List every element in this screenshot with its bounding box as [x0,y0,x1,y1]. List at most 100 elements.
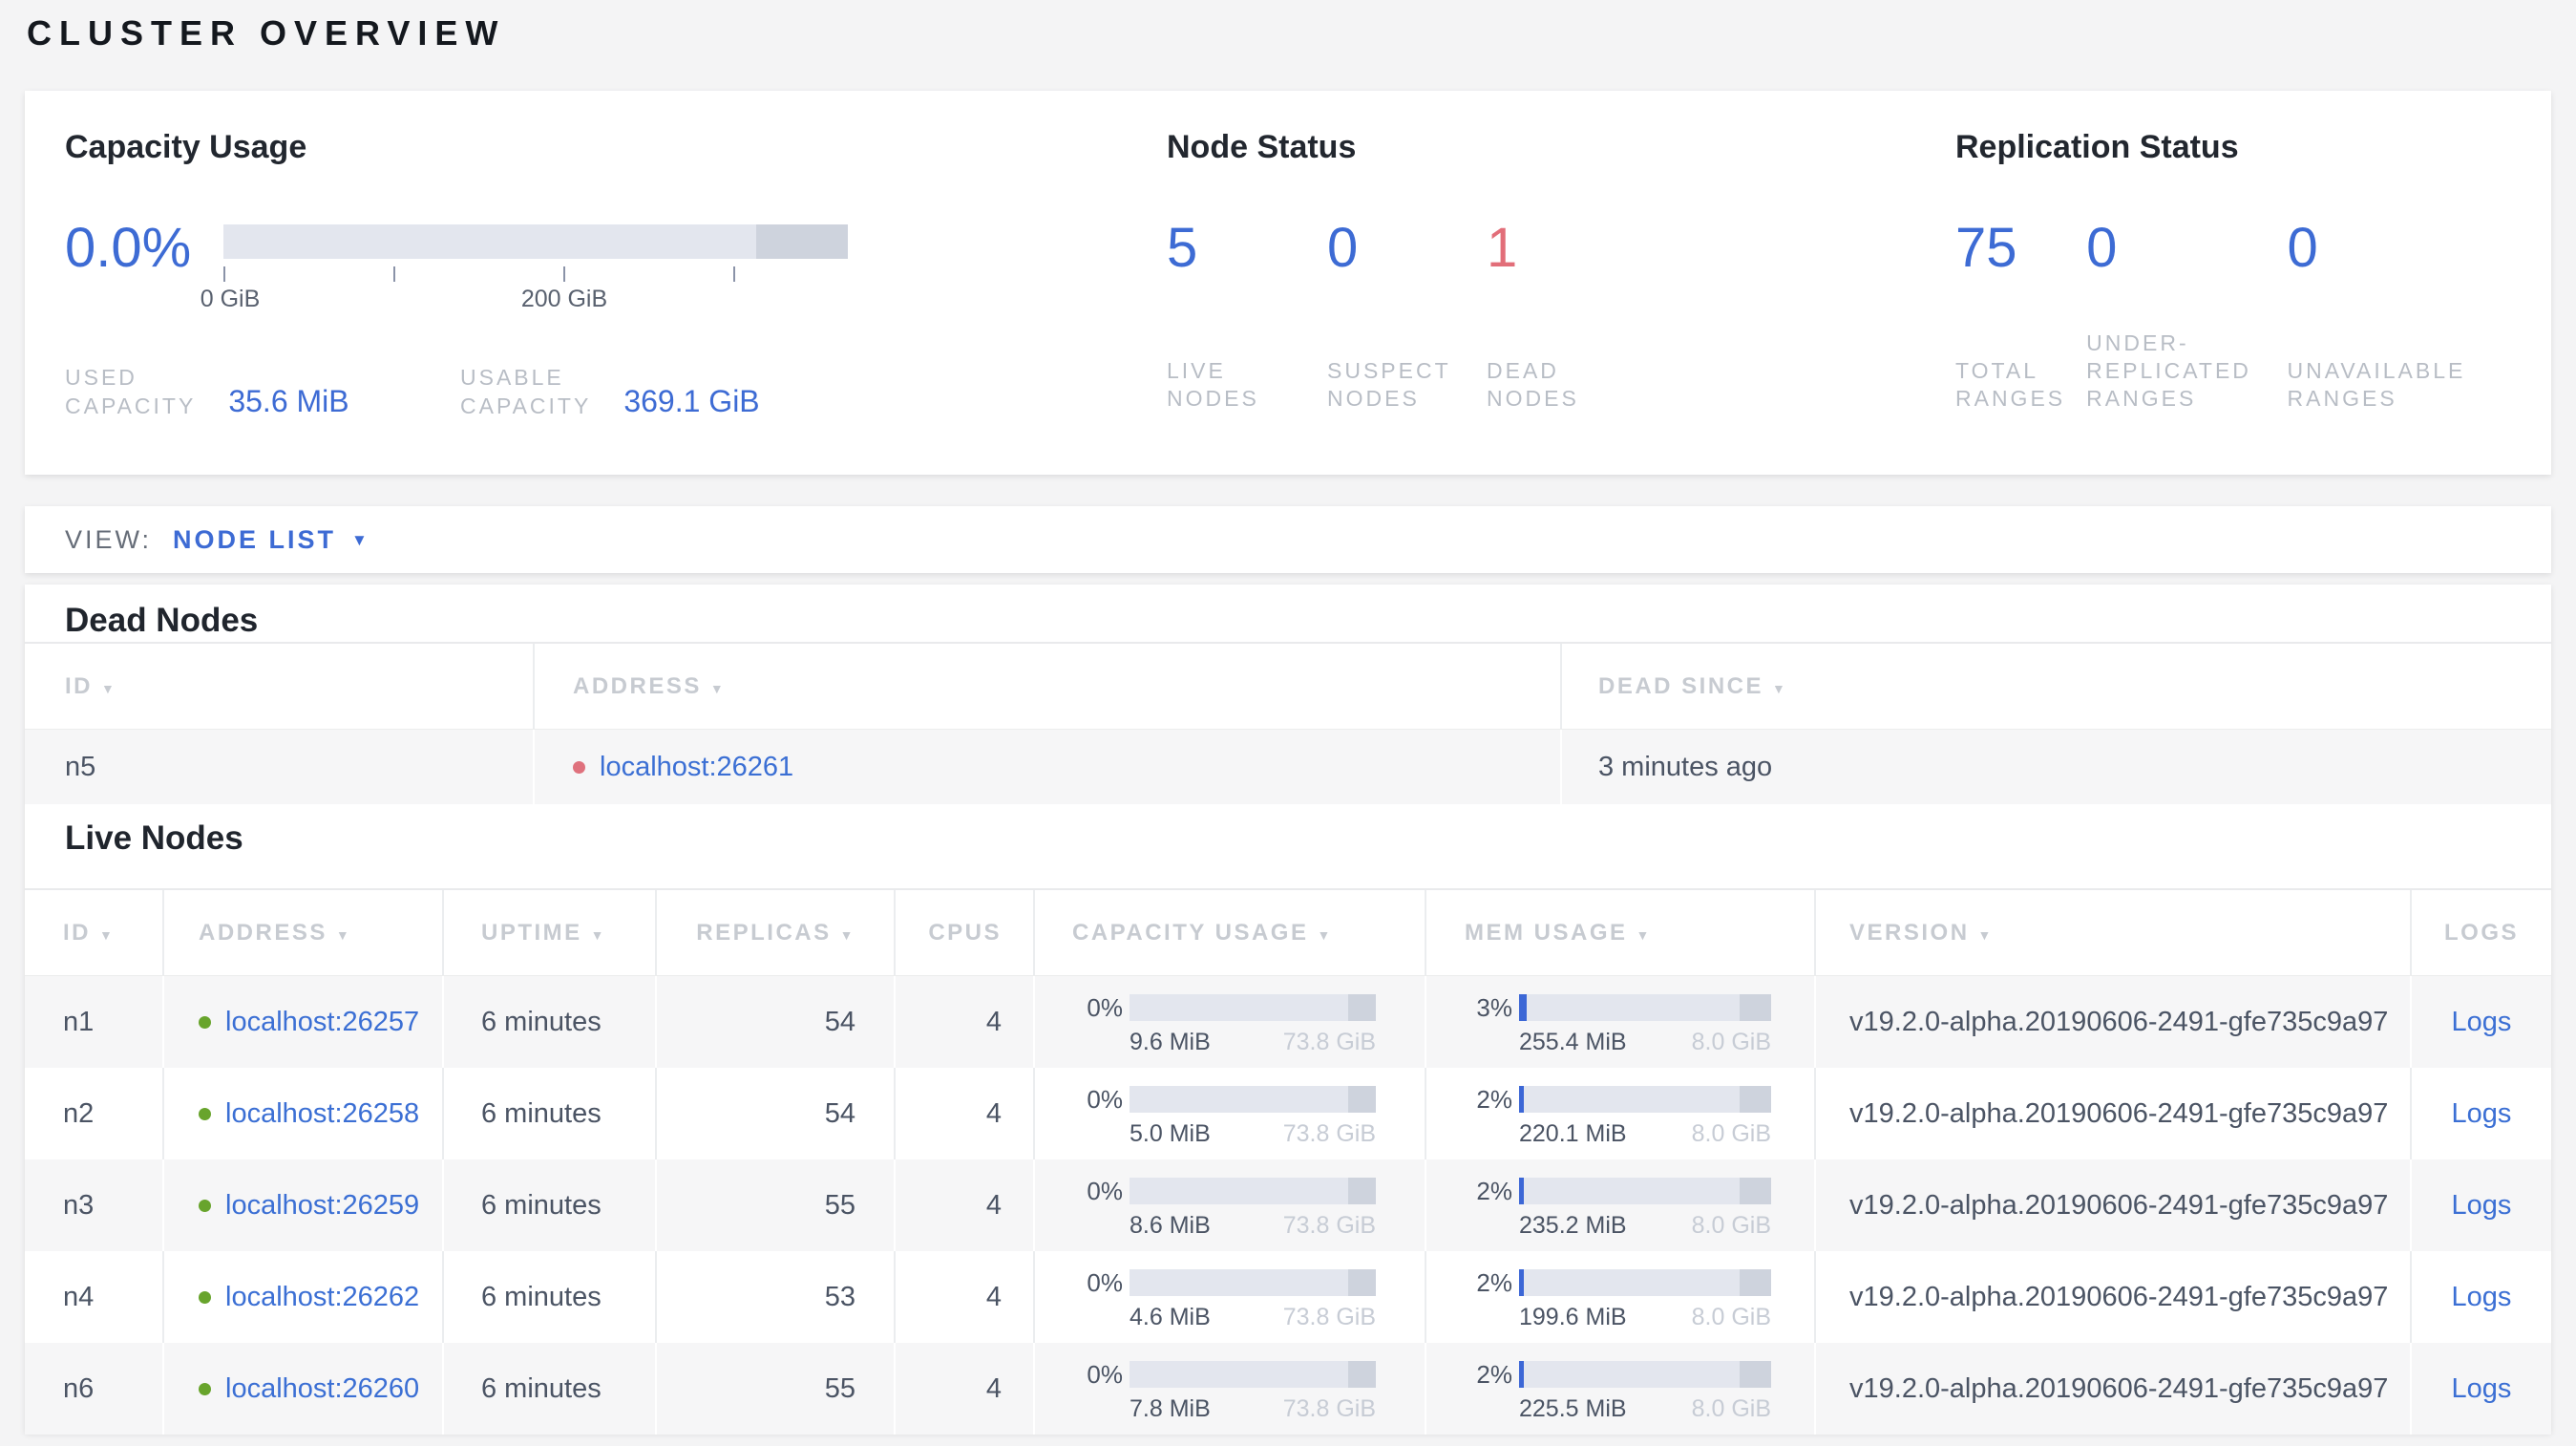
cpus-cell: 4 [896,1068,1035,1159]
usable-capacity-label: USABLE CAPACITY [460,365,592,418]
live-nodes-stat: 5 LIVE NODES [1167,219,1327,413]
logs-cell: Logs [2412,976,2551,1068]
usable-capacity-value: 369.1 GiB [623,384,760,418]
capacity-total-value: 73.8 GiB [1282,1029,1376,1055]
capacity-total-value: 73.8 GiB [1282,1120,1376,1147]
node-address-link[interactable]: localhost:26260 [225,1373,419,1404]
capacity-usage-cell: 0% 9.6 MiB 73.8 GiB [1035,976,1426,1068]
node-address-cell: localhost:26259 [164,1159,444,1251]
node-address-link[interactable]: localhost:26258 [225,1098,419,1129]
node-address-link[interactable]: localhost:26262 [225,1282,419,1312]
capacity-used-value: 8.6 MiB [1130,1212,1211,1239]
axis-tick [733,266,735,282]
column-header-dead-since[interactable]: DEAD SINCE ▼ [1562,644,2551,729]
capacity-total-value: 73.8 GiB [1282,1304,1376,1330]
capacity-usage-cell: 0% 5.0 MiB 73.8 GiB [1035,1068,1426,1159]
mem-bar-used-segment [1519,1178,1525,1204]
column-header-capacity-usage[interactable]: CAPACITY USAGE ▼ [1035,890,1426,975]
dead-nodes-table: ID ▼ ADDRESS ▼ DEAD SINCE ▼ n5 localhost:26… [25,642,2551,804]
mem-usage-cell: 2% 235.2 MiB 8.0 GiB [1426,1159,1816,1251]
axis-tick [223,266,225,282]
view-dropdown[interactable]: NODE LIST [173,525,336,554]
chevron-down-icon[interactable]: ▼ [351,531,370,549]
node-address-cell: localhost:26260 [164,1343,444,1435]
logs-link[interactable]: Logs [2452,1282,2512,1312]
column-header-version[interactable]: VERSION ▼ [1816,890,2412,975]
mem-used-value: 220.1 MiB [1519,1120,1627,1147]
view-selector-bar: VIEW: NODE LIST ▼ [25,506,2551,573]
cpus-cell: 4 [896,1159,1035,1251]
version-cell: v19.2.0-alpha.20190606-2491-gfe735c9a97 [1816,1159,2412,1251]
logs-link[interactable]: Logs [2452,1373,2512,1404]
mem-used-value: 199.6 MiB [1519,1304,1627,1330]
axis-tick-label: 200 GiB [520,286,608,312]
capacity-total-value: 73.8 GiB [1282,1395,1376,1422]
unavailable-ranges-stat: 0 UNAVAILABLE RANGES [2288,219,2528,413]
mem-usage-cell: 2% 225.5 MiB 8.0 GiB [1426,1343,1816,1435]
total-ranges-stat: 75 TOTAL RANGES [1955,219,2086,413]
live-nodes-header-row: ID ▼ ADDRESS ▼ UPTIME ▼ REPLICAS ▼ CPUS CAPA… [25,890,2551,976]
mem-bar-track [1519,994,1771,1021]
mem-usage-cell: 2% 199.6 MiB 8.0 GiB [1426,1251,1816,1343]
cpus-cell: 4 [896,1251,1035,1343]
node-id-cell: n1 [25,976,164,1068]
mem-bar-dark-segment [1740,1269,1771,1296]
logs-link[interactable]: Logs [2452,1190,2512,1221]
mem-total-value: 8.0 GiB [1691,1304,1771,1330]
axis-tick [563,266,565,282]
capacity-bar-track [1130,1178,1376,1204]
suspect-nodes-label: SUSPECT NODES [1327,358,1451,411]
mem-bar-dark-segment [1740,1086,1771,1113]
usable-capacity-stat: USABLE CAPACITY 369.1 GiB [460,363,760,420]
dead-nodes-heading: Dead Nodes [65,602,259,639]
column-header-mem-usage[interactable]: MEM USAGE ▼ [1426,890,1816,975]
node-address-link[interactable]: localhost:26257 [225,1007,419,1037]
mem-percent-label: 2% [1476,1268,1512,1297]
column-header-uptime[interactable]: UPTIME ▼ [444,890,657,975]
capacity-bar-dark-segment [1348,1269,1376,1296]
logs-cell: Logs [2412,1251,2551,1343]
capacity-percent-label: 0% [1087,1360,1123,1389]
cluster-overview-page: CLUSTER OVERVIEW Capacity Usage 0.0% 0 G… [0,0,2576,1446]
uptime-cell: 6 minutes [444,1251,657,1343]
sort-arrow-icon: ▼ [709,681,727,696]
dead-nodes-count: 1 [1487,217,1518,279]
column-header-address[interactable]: ADDRESS ▼ [164,890,444,975]
node-address-link[interactable]: localhost:26259 [225,1190,419,1221]
sort-arrow-icon: ▼ [1636,927,1652,943]
mem-bar-dark-segment [1740,994,1771,1021]
axis-tick-label: 0 GiB [200,286,261,312]
logs-link[interactable]: Logs [2452,1007,2512,1037]
logs-cell: Logs [2412,1343,2551,1435]
mem-percent-label: 2% [1476,1360,1512,1389]
capacity-percent-label: 0% [1087,1177,1123,1205]
node-address-cell: localhost:26262 [164,1251,444,1343]
column-header-id[interactable]: ID ▼ [25,644,535,729]
suspect-nodes-stat: 0 SUSPECT NODES [1327,219,1487,413]
view-label: VIEW: [65,525,153,554]
logs-cell: Logs [2412,1068,2551,1159]
node-status-title: Node Status [1167,129,1357,165]
mem-percent-label: 2% [1476,1177,1512,1205]
capacity-bar-dark-segment [1348,1086,1376,1113]
capacity-usage-gauge: 0.0% 0 GiB 200 GiB [65,219,1096,324]
nodes-card: Dead Nodes ID ▼ ADDRESS ▼ DEAD SINCE ▼ n5 l… [25,585,2551,1435]
column-header-id[interactable]: ID ▼ [25,890,164,975]
sort-arrow-icon: ▼ [335,927,352,943]
mem-bar-used-segment [1519,1361,1525,1388]
logs-link[interactable]: Logs [2452,1098,2512,1129]
replication-status-title: Replication Status [1955,129,2239,165]
node-address-link[interactable]: localhost:26261 [600,752,793,782]
capacity-usage-title: Capacity Usage [65,129,307,165]
live-nodes-table: ID ▼ ADDRESS ▼ UPTIME ▼ REPLICAS ▼ CPUS CAPA… [25,888,2551,1435]
mem-bar-track [1519,1086,1771,1113]
column-header-cpus[interactable]: CPUS [896,890,1035,975]
mem-bar-used-segment [1519,1269,1525,1296]
capacity-used-value: 5.0 MiB [1130,1120,1211,1147]
live-node-row: n2 localhost:26258 6 minutes 54 4 0% 5.0… [25,1068,2551,1159]
column-header-replicas[interactable]: REPLICAS ▼ [657,890,896,975]
mem-bar-used-segment [1519,1086,1525,1113]
column-header-address[interactable]: ADDRESS ▼ [535,644,1562,729]
cpus-cell: 4 [896,1343,1035,1435]
version-cell: v19.2.0-alpha.20190606-2491-gfe735c9a97 [1816,976,2412,1068]
